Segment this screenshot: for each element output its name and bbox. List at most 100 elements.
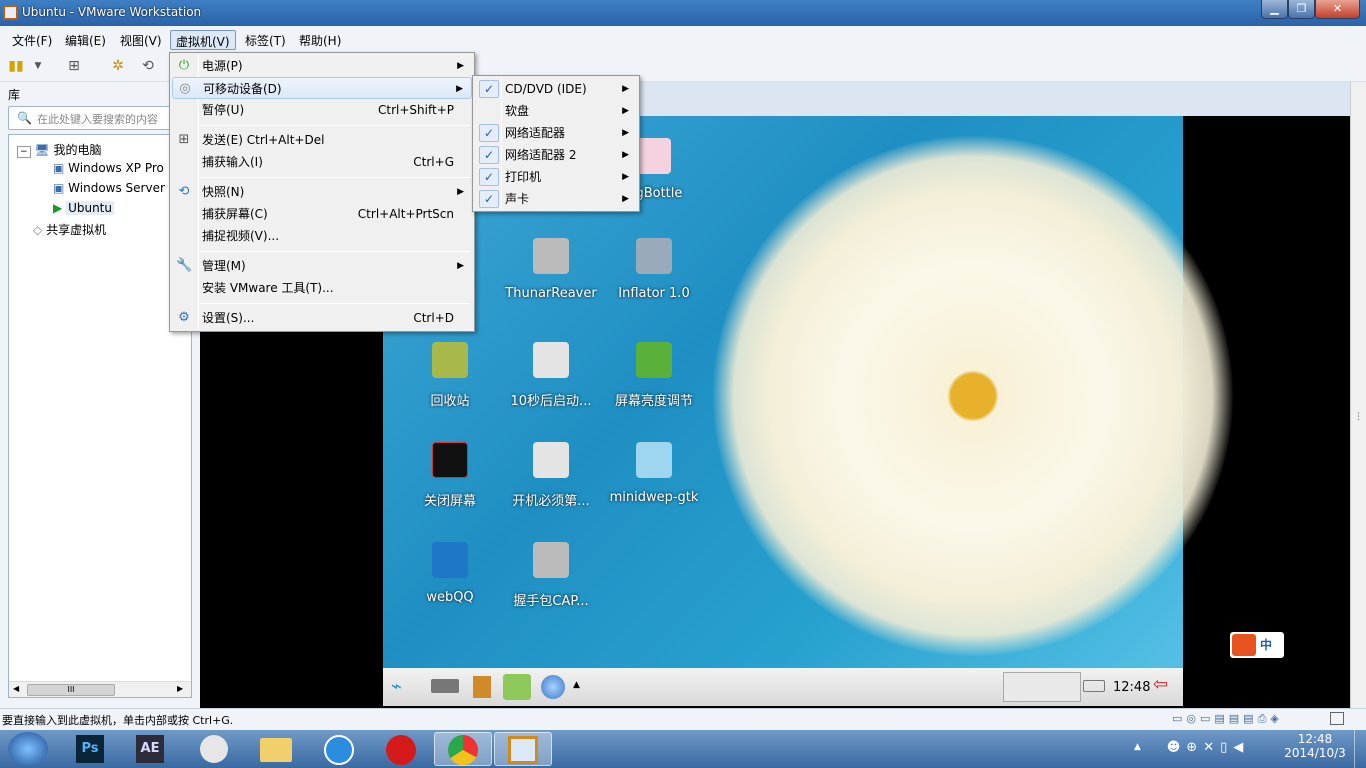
library-search-input[interactable]: 🔍 在此处键入要搜索的内容	[8, 106, 192, 130]
horizontal-scrollbar[interactable]: ◀ III ▶	[9, 681, 191, 697]
desktop-icon[interactable]: ThunarReaver	[503, 238, 599, 301]
desktop-icon[interactable]: 握手包CAP...	[503, 542, 599, 609]
running-vm-icon: ▶	[53, 201, 63, 215]
taskbar-tool[interactable]	[186, 732, 242, 766]
menu-item-power[interactable]: ⏻ 电源(P) ▶	[172, 55, 472, 77]
message-log-icon[interactable]	[1330, 712, 1344, 725]
player-icon	[386, 735, 416, 765]
desktop-icon[interactable]: Inflator 1.0	[606, 238, 702, 301]
taskbar-chrome[interactable]	[434, 732, 492, 766]
search-icon: 🔍	[17, 111, 32, 125]
menu-item-install-tools[interactable]: 安装 VMware 工具(T)...	[172, 277, 472, 299]
menu-item-removable-devices[interactable]: ◎ 可移动设备(D) ▶	[172, 77, 472, 99]
menu-item-settings[interactable]: ⚙ 设置(S)... Ctrl+D	[172, 307, 472, 329]
ime-indicator[interactable]: 中	[1230, 632, 1284, 658]
menu-item-send-cad[interactable]: ⊞ 发送(E) Ctrl+Alt+Del	[172, 129, 472, 151]
tree-item-ubuntu[interactable]: ▶ Ubuntu	[53, 201, 114, 215]
menu-item-floppy[interactable]: 软盘 ▶	[475, 100, 637, 122]
chevron-up-icon[interactable]: ▲	[573, 680, 580, 690]
menu-item-cd-dvd[interactable]: ✓ CD/DVD (IDE) ▶	[475, 78, 637, 100]
guest-panel: ⌁ ▲ 12:48 ⇦	[383, 668, 1183, 706]
editor-icon[interactable]	[503, 674, 531, 700]
menu-help[interactable]: 帮助(H)	[294, 30, 346, 50]
minimize-button[interactable]: ▁	[1261, 0, 1288, 19]
menu-item-network-adapter[interactable]: ✓ 网络适配器 ▶	[475, 122, 637, 144]
menu-item-manage[interactable]: 🔧 管理(M) ▶	[172, 255, 472, 277]
menu-separator	[200, 177, 470, 178]
tree-item-vm[interactable]: ▣ Windows XP Pro	[53, 161, 164, 175]
close-button[interactable]: ✕	[1315, 0, 1360, 19]
taskbar-explorer[interactable]	[248, 732, 304, 766]
pause-icon[interactable]: ▮▮	[8, 58, 24, 74]
clock-time: 12:48	[1297, 732, 1333, 746]
folder-icon[interactable]	[473, 676, 491, 698]
taskbar-after-effects[interactable]: AE	[122, 732, 178, 766]
collapse-icon[interactable]: −	[17, 146, 31, 158]
menu-item-pause[interactable]: 暂停(U) Ctrl+Shift+P	[172, 99, 472, 121]
start-button[interactable]	[8, 732, 48, 766]
desktop-icon[interactable]: 屏幕亮度调节	[606, 342, 702, 409]
tray-icons[interactable]: ☻⊕✕▯◀	[1152, 740, 1264, 755]
scroll-left-icon[interactable]: ◀	[13, 684, 19, 693]
menu-file[interactable]: 文件(F)	[7, 30, 57, 50]
shortcut-label: Ctrl+D	[413, 311, 454, 325]
desktop-icon[interactable]: 关闭屏幕	[402, 442, 498, 509]
submenu-arrow-icon: ▶	[622, 106, 629, 116]
clock[interactable]: 12:48 2014/10/3	[1280, 732, 1350, 760]
show-hidden-icons[interactable]: ▲	[1134, 742, 1141, 752]
check-icon: ✓	[479, 80, 499, 98]
taskbar-kugou[interactable]	[312, 732, 368, 766]
device-status-icons[interactable]: ▭◎▭▤▤▤⎙◈	[1172, 712, 1312, 726]
menu-item-capture-screen[interactable]: 捕获屏幕(C) Ctrl+Alt+PrtScn	[172, 203, 472, 225]
send-ctrl-alt-del-icon[interactable]: ⊞	[66, 58, 82, 74]
tree-item-vm[interactable]: ▣ Windows Server	[53, 181, 165, 195]
scroll-right-icon[interactable]: ▶	[177, 684, 183, 693]
menu-item-sound-card[interactable]: ✓ 声卡 ▶	[475, 188, 637, 210]
submenu-arrow-icon: ▶	[622, 194, 629, 204]
tree-item-my-computer[interactable]: − 🖥 我的电脑	[17, 141, 101, 158]
taskbar-vmware[interactable]	[494, 732, 552, 766]
menu-item-snapshot[interactable]: ⟲ 快照(N) ▶	[172, 181, 472, 203]
desktop-icon[interactable]: webQQ	[402, 542, 498, 605]
desktop-icon[interactable]: 开机必须第...	[503, 442, 599, 509]
menu-item-capture-video[interactable]: 捕捉视频(V)...	[172, 225, 472, 247]
kugou-icon	[324, 735, 354, 765]
app-icon	[533, 542, 569, 578]
browser-icon[interactable]	[541, 675, 565, 699]
dropdown-arrow-icon[interactable]: ▼	[30, 58, 46, 74]
taskbar-photoshop[interactable]: Ps	[62, 732, 118, 766]
menu-item-label: 网络适配器 2	[505, 148, 577, 162]
menu-vm[interactable]: 虚拟机(V)	[170, 30, 236, 50]
logout-icon[interactable]: ⇦	[1153, 674, 1168, 695]
vmware-icon	[508, 736, 538, 764]
menu-item-label: 网络适配器	[505, 126, 566, 140]
taskbar-qvod[interactable]	[374, 732, 430, 766]
vmware-app-icon[interactable]	[3, 5, 18, 20]
network-icon: ⊞	[178, 132, 190, 147]
battery-icon[interactable]	[1083, 680, 1105, 692]
maximize-button[interactable]: ❐	[1288, 0, 1315, 19]
menu-icon[interactable]: ⌁	[391, 676, 402, 697]
menu-item-network-adapter-2[interactable]: ✓ 网络适配器 2 ▶	[475, 144, 637, 166]
desktop-icon[interactable]: 回收站	[402, 342, 498, 409]
menu-item-grab-input[interactable]: 捕获输入(I) Ctrl+G	[172, 151, 472, 173]
tree-item-shared-vms[interactable]: ◇ 共享虚拟机	[33, 221, 106, 238]
take-snapshot-icon[interactable]: ✲	[110, 58, 126, 74]
vm-tree: − 🖥 我的电脑 ▣ Windows XP Pro ▣ Windows Serv…	[8, 134, 192, 698]
desktop-icon[interactable]: minidwep-gtk	[606, 442, 702, 505]
scroll-grip-icon: ⋮	[1354, 412, 1363, 422]
menu-edit[interactable]: 编辑(E)	[60, 30, 111, 50]
scroll-thumb[interactable]: III	[27, 684, 115, 696]
guest-clock[interactable]: 12:48	[1113, 680, 1150, 695]
menu-view[interactable]: 视图(V)	[115, 30, 167, 50]
drive-icon[interactable]	[431, 679, 459, 693]
tray-icons	[1003, 672, 1081, 702]
menu-tabs[interactable]: 标签(T)	[240, 30, 291, 50]
search-placeholder: 在此处键入要搜索的内容	[37, 113, 158, 126]
menu-item-printer[interactable]: ✓ 打印机 ▶	[475, 166, 637, 188]
desktop-icon[interactable]: 10秒后启动...	[503, 342, 599, 409]
submenu-arrow-icon: ▶	[622, 172, 629, 182]
revert-snapshot-icon[interactable]: ⟲	[140, 58, 156, 74]
vertical-scrollbar[interactable]: ⋮	[1350, 82, 1366, 708]
show-desktop-button[interactable]	[1354, 730, 1366, 768]
